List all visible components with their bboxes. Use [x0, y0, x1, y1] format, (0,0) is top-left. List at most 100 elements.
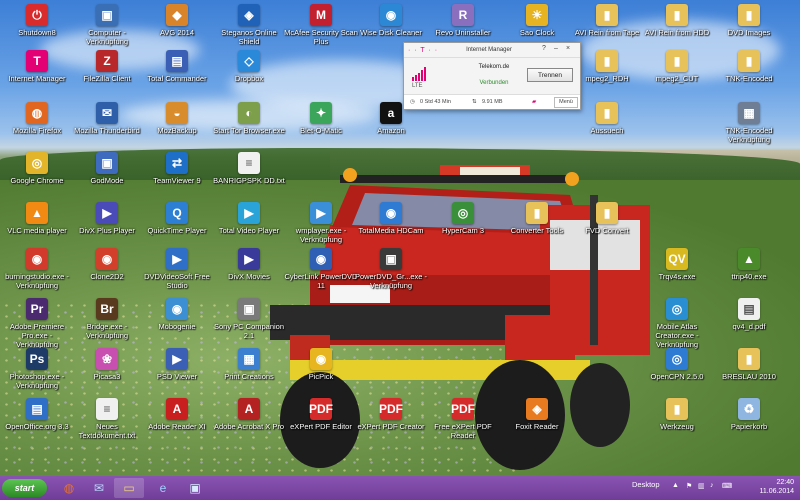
desktop-icon[interactable]: QV Trqv4s.exe [640, 248, 714, 281]
taskbar-control-panel-icon[interactable]: ▣ [180, 478, 210, 498]
menu-button[interactable]: Menü [554, 97, 578, 108]
desktop-icon[interactable]: ❀ Picasa3 [70, 348, 144, 381]
internet-manager-titlebar[interactable]: · · T · · Internet Manager ? – × [404, 43, 580, 58]
desktop-icon[interactable]: ▣ GodMode [70, 152, 144, 185]
desktop-icon[interactable]: ⇄ TeamViewer 9 [140, 152, 214, 185]
desktop-icon[interactable]: ⏻ Shutdown8 [0, 4, 74, 37]
desktop-icon[interactable]: ◉ Mobogenie [140, 298, 214, 331]
desktop-icon[interactable]: Q QuickTime Player [140, 202, 214, 235]
desktop-icon[interactable]: ◉ CyberLink PowerDVD 11 [284, 248, 358, 290]
taskbar-thunderbird-icon[interactable]: ✉ [84, 478, 114, 498]
desktop-icon[interactable]: ▮ TNK-Encoded [712, 50, 786, 83]
adobe-reader-icon: A [166, 398, 188, 420]
desktop-icon[interactable]: Ps Photoshop.exe - Verknüpfung [0, 348, 74, 390]
close-button[interactable]: × [566, 45, 570, 52]
desktop-icon[interactable]: ▶ DVDVideoSoft Free Studio [140, 248, 214, 290]
desktop-icon[interactable]: ✦ Blet-O-Matic [284, 102, 358, 135]
desktop-icon[interactable]: ▦ Print Creations [212, 348, 286, 381]
desktop-icon[interactable]: ▮ Converter Tools [500, 202, 574, 235]
desktop-icon[interactable]: ▶ DivX Plus Player [70, 202, 144, 235]
desktop-icon[interactable]: ▲ ttrip40.exe [712, 248, 786, 281]
desktop-icon[interactable]: ▮ mpeg2_CUT [640, 50, 714, 83]
keyboard-icon[interactable]: ⌨ [722, 482, 732, 490]
desktop-icon[interactable]: Pr Adobe Premiere Pro.exe - Verknüpfung [0, 298, 74, 349]
desktop-icon[interactable]: ▶ PSD Viewer [140, 348, 214, 381]
desktop-icon[interactable]: M McAfee Security Scan Plus [284, 4, 358, 46]
desktop-icon[interactable]: ◎ OpenCPN 2.5.0 [640, 348, 714, 381]
desktop-icon[interactable]: ◉ Wise Disk Cleaner [354, 4, 428, 37]
desktop-icon[interactable]: Br Bridge.exe - Verknüpfung [70, 298, 144, 340]
desktop-icon[interactable]: ▶ Total Video Player [212, 202, 286, 235]
acrobat-icon: A [238, 398, 260, 420]
thunderbird-icon: ✉ [96, 102, 118, 124]
desktop-icon[interactable]: R Revo Uninstaller [426, 4, 500, 37]
desktop-icon[interactable]: ◎ Google Chrome [0, 152, 74, 185]
desktop-icon[interactable]: ◉ burningstudio.exe - Verknüpfung [0, 248, 74, 290]
desktop-icon[interactable]: Z FileZilla Client [70, 50, 144, 83]
desktop-toolbar-label[interactable]: Desktop [632, 480, 660, 489]
desktop-icon[interactable]: ◎ HyperCam 3 [426, 202, 500, 235]
desktop-icon[interactable]: A Adobe Acrobat X Pro [212, 398, 286, 431]
desktop-icon[interactable]: ◒ MozBackup [140, 102, 214, 135]
start-button[interactable]: start [2, 479, 47, 497]
desktop-icon[interactable]: ▮ FVD Convert [570, 202, 644, 235]
desktop-icon[interactable]: A Adobe Reader XI [140, 398, 214, 431]
desktop-icon[interactable]: PDF eXPert PDF Creator [354, 398, 428, 431]
taskbar-internet-explorer-icon[interactable]: e [148, 478, 178, 498]
network-tray-icon[interactable]: ▥ [698, 482, 705, 490]
desktop-icon[interactable]: ◉ Clone2D2 [70, 248, 144, 281]
desktop-icon[interactable]: ☀ Sao Clock [500, 4, 574, 37]
taskbar-firefox-icon[interactable]: ◍ [54, 478, 84, 498]
desktop-icon[interactable]: ▣ PowerDVD_Gr...exe - Verknüpfung [354, 248, 428, 290]
desktop-icon[interactable]: ≡ Neues Textdokument.txt [70, 398, 144, 440]
desktop-icon-label: Mozilla Thunderbird [74, 126, 140, 135]
desktop-icon[interactable]: ≡ BANRIGPSPK DD.txt [212, 152, 286, 185]
desktop-icon[interactable]: ◈ Foxit Reader [500, 398, 574, 431]
clock-icon: ☀ [526, 4, 548, 26]
help-button[interactable]: ? [542, 45, 546, 52]
desktop-icon[interactable]: ▶ wmplayer.exe - Verknüpfung [284, 202, 358, 244]
volume-icon[interactable]: ♪ [710, 482, 714, 489]
divx-icon: ▶ [96, 202, 118, 224]
desktop-icon[interactable]: ▮ DVD Images [712, 4, 786, 37]
desktop-icon[interactable]: ▦ TNK-Encoded Verknüpfung [712, 102, 786, 144]
desktop-icon[interactable]: ◐ Start Tor Browser.exe [212, 102, 286, 135]
disconnect-button[interactable]: Trennen [527, 68, 573, 82]
flag-tray-icon[interactable]: ⚑ [686, 482, 692, 490]
desktop-icon-label: DVD Images [727, 28, 771, 37]
desktop-icon[interactable]: ▮ AVI Rein from HDD [640, 4, 714, 37]
desktop-icon[interactable]: PDF Free eXPert PDF Reader [426, 398, 500, 440]
desktop-icon[interactable]: ▮ Werkzeug [640, 398, 714, 431]
desktop-icon[interactable]: ▤ Total Commander [140, 50, 214, 83]
desktop-icon[interactable]: ▮ Aussuech [570, 102, 644, 135]
desktop-icon[interactable]: T Internet Manager [0, 50, 74, 83]
desktop-icon[interactable]: ▮ AVI Rein from Tape [570, 4, 644, 37]
desktop-icon[interactable]: ◈ Steganos Online Shield [212, 4, 286, 46]
desktop-icon[interactable]: ▲ VLC media player [0, 202, 74, 235]
desktop-icon[interactable]: PDF eXPert PDF Editor [284, 398, 358, 431]
desktop-icon[interactable]: ◉ PicPick [284, 348, 358, 381]
taskbar-clock[interactable]: 22:40 11.06.2014 [746, 478, 794, 496]
desktop-icon[interactable]: ◉ TotalMedia HDCam [354, 202, 428, 235]
desktop-icon-label: TotalMedia HDCam [358, 226, 424, 235]
tray-chevron-icon[interactable]: ▲ [672, 482, 679, 489]
desktop-icon[interactable]: ▤ qv4_d.pdf [712, 298, 786, 331]
desktop-icon[interactable]: ▮ BRESLAU 2010 [712, 348, 786, 381]
desktop-icon[interactable]: ✉ Mozilla Thunderbird [70, 102, 144, 135]
internet-manager-window[interactable]: · · T · · Internet Manager ? – × LTE Tel… [403, 42, 581, 110]
desktop-icon[interactable]: ◎ Mobile Atlas Creator.exe - Verknüpfung [640, 298, 714, 349]
desktop-icon[interactable]: ▤ OpenOffice.org 3.3 [0, 398, 74, 431]
desktop-icon[interactable]: ♻ Papierkorb [712, 398, 786, 431]
desktop-icon[interactable]: ◆ AVG 2014 [140, 4, 214, 37]
desktop-icon[interactable]: ▮ mpeg2_RDH [570, 50, 644, 83]
desktop-icon[interactable]: ▣ Computer - Verknüpfung [70, 4, 144, 46]
desktop-icon[interactable]: ▣ Sony PC Companion 2.1 [212, 298, 286, 340]
desktop-icon[interactable]: ◍ Mozilla Firefox [0, 102, 74, 135]
minimize-button[interactable]: – [554, 45, 558, 52]
desktop-icon-label: qv4_d.pdf [732, 322, 766, 331]
desktop-icon[interactable]: ◇ Dropbox [212, 50, 286, 83]
divx-movies-icon: ▶ [238, 248, 260, 270]
desktop-icon[interactable]: ▶ DivX Movies [212, 248, 286, 281]
taskbar-file-explorer-icon[interactable]: ▭ [114, 478, 144, 498]
disk-cleaner-icon: ◉ [380, 4, 402, 26]
